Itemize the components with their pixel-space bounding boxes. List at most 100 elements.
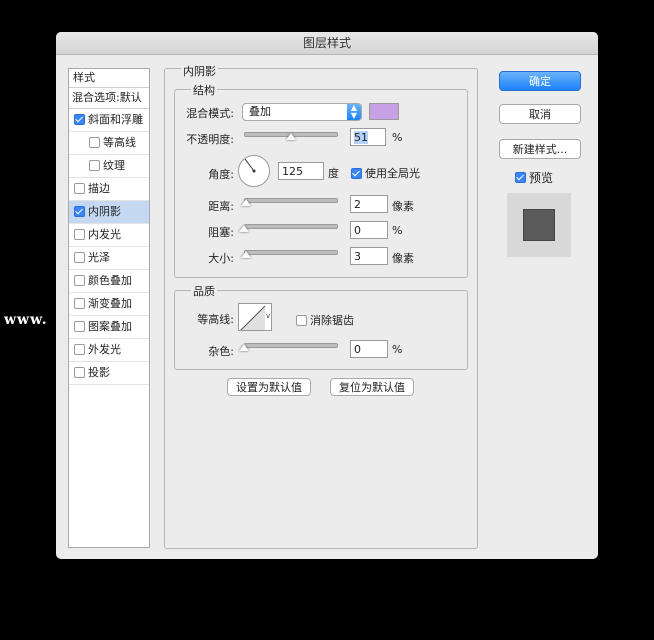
sidebar-item-label: 斜面和浮雕 [88, 113, 143, 126]
svg-text:v: v [266, 312, 270, 320]
sidebar-item-content: 等高线 [89, 132, 136, 154]
new-style-button[interactable]: 新建样式... [499, 139, 581, 159]
contour-curve-icon: v [240, 305, 270, 330]
size-label: 大小: [208, 252, 234, 265]
contour-picker[interactable]: v [238, 303, 272, 331]
noise-slider-thumb[interactable] [239, 344, 249, 351]
opacity-value: 51 [354, 131, 368, 144]
sidebar-item-checkbox[interactable] [89, 159, 100, 171]
choke-slider-thumb[interactable] [239, 225, 249, 232]
styles-header[interactable]: 样式 [69, 69, 149, 88]
distance-slider-thumb[interactable] [241, 199, 251, 206]
sidebar-item-content: 描边 [74, 178, 110, 200]
sidebar-item-checkbox[interactable] [74, 205, 85, 217]
sidebar-item-label: 等高线 [103, 136, 136, 149]
sidebar-item-checkbox[interactable] [74, 320, 85, 332]
choke-unit: % [392, 224, 403, 237]
distance-input[interactable]: 2 [350, 195, 388, 213]
blend-mode-value: 叠加 [249, 105, 271, 118]
sidebar-item-label: 外发光 [88, 343, 121, 356]
sidebar-item-content: 图案叠加 [74, 316, 132, 338]
sidebar-item-checkbox[interactable] [74, 113, 85, 125]
noise-unit: % [392, 343, 403, 356]
sidebar-item-content: 颜色叠加 [74, 270, 132, 292]
style-preview [507, 193, 571, 257]
sidebar-item-label: 光泽 [88, 251, 110, 264]
global-light-label: 使用全局光 [365, 167, 420, 180]
choke-input[interactable]: 0 [350, 221, 388, 239]
make-default-button[interactable]: 设置为默认值 [227, 378, 311, 396]
preview-toggle[interactable]: 预览 [515, 169, 553, 186]
sidebar-item-checkbox[interactable] [89, 136, 100, 148]
distance-label: 距离: [208, 200, 234, 213]
sidebar-item-checkbox[interactable] [74, 297, 85, 309]
noise-slider[interactable] [244, 343, 338, 348]
size-slider[interactable] [244, 250, 338, 255]
antialias-label: 消除锯齿 [310, 314, 354, 327]
style-preview-swatch [523, 209, 555, 241]
reset-default-button[interactable]: 复位为默认值 [330, 378, 414, 396]
styles-list: 样式 混合选项:默认 斜面和浮雕等高线纹理描边 内阴影 内发光光泽颜色叠加渐变叠加图… [68, 68, 150, 548]
sidebar-item[interactable]: 图案叠加 [69, 316, 149, 339]
blend-options-item[interactable]: 混合选项:默认 [69, 88, 149, 109]
sidebar-item[interactable]: 内发光 [69, 224, 149, 247]
angle-dial[interactable] [238, 155, 270, 187]
preview-checkbox[interactable] [515, 172, 526, 183]
angle-input[interactable]: 125 [278, 162, 324, 180]
blend-mode-label: 混合模式: [186, 107, 234, 120]
distance-unit: 像素 [392, 200, 414, 213]
contour-label: 等高线: [197, 313, 234, 326]
noise-input[interactable]: 0 [350, 340, 388, 358]
global-light-toggle[interactable]: 使用全局光 [351, 165, 420, 181]
blend-mode-select[interactable]: 叠加 ▲ ▼ [242, 103, 362, 121]
sidebar-item-content: 投影 [74, 362, 110, 384]
sidebar-item-checkbox[interactable] [74, 274, 85, 286]
opacity-slider-thumb[interactable] [285, 133, 296, 140]
sidebar-item-checkbox[interactable] [74, 228, 85, 240]
size-input[interactable]: 3 [350, 247, 388, 265]
antialias-toggle[interactable]: 消除锯齿 [296, 312, 354, 328]
sidebar-item[interactable]: 颜色叠加 [69, 270, 149, 293]
sidebar-item-label: 渐变叠加 [88, 297, 132, 310]
panel-title: 内阴影 [181, 63, 218, 79]
sidebar-item-content: 光泽 [74, 247, 110, 269]
size-slider-thumb[interactable] [241, 251, 251, 258]
opacity-input[interactable]: 51 [350, 128, 386, 146]
sidebar-item-checkbox[interactable] [74, 343, 85, 355]
angle-needle-icon [244, 158, 256, 173]
opacity-label: 不透明度: [186, 133, 234, 146]
sidebar-item-checkbox[interactable] [74, 182, 85, 194]
shadow-color-swatch[interactable] [369, 103, 399, 120]
sidebar-item[interactable]: 描边 [69, 178, 149, 201]
sidebar-item[interactable]: 等高线 [69, 132, 149, 155]
sidebar-item-label: 图案叠加 [88, 320, 132, 333]
sidebar-item-checkbox[interactable] [74, 251, 85, 263]
sidebar-item-label: 纹理 [103, 159, 125, 172]
global-light-checkbox[interactable] [351, 167, 362, 179]
sidebar-item-content: 渐变叠加 [74, 293, 132, 315]
sidebar-item-content: 纹理 [89, 155, 125, 177]
preview-label: 预览 [529, 171, 554, 185]
sidebar-item[interactable]: 纹理 [69, 155, 149, 178]
sidebar-item[interactable]: 渐变叠加 [69, 293, 149, 316]
choke-slider[interactable] [244, 224, 338, 229]
sidebar-item-checkbox[interactable] [74, 366, 85, 378]
sidebar-item[interactable]: 外发光 [69, 339, 149, 362]
structure-title: 结构 [191, 82, 217, 98]
layer-style-dialog: 图层样式 样式 混合选项:默认 斜面和浮雕 等高线 纹理 描边 内阴影 内发光 光泽 颜色叠加… [56, 32, 598, 559]
antialias-checkbox[interactable] [296, 314, 307, 326]
noise-label: 杂色: [208, 345, 234, 358]
sidebar-item[interactable]: 投影 [69, 362, 149, 385]
choke-label: 阻塞: [208, 226, 234, 239]
sidebar-item-content: 内阴影 [74, 201, 121, 223]
ok-button[interactable]: 确定 [499, 71, 581, 91]
sidebar-item[interactable]: 光泽 [69, 247, 149, 270]
sidebar-item[interactable]: 斜面和浮雕 [69, 109, 149, 132]
sidebar-item-content: 斜面和浮雕 [74, 109, 143, 131]
dialog-title: 图层样式 [56, 32, 598, 55]
distance-slider[interactable] [244, 198, 338, 203]
chevron-updown-icon: ▲ ▼ [347, 104, 361, 120]
cancel-button[interactable]: 取消 [499, 104, 581, 124]
opacity-unit: % [392, 131, 403, 144]
sidebar-item[interactable]: 内阴影 [69, 201, 149, 224]
